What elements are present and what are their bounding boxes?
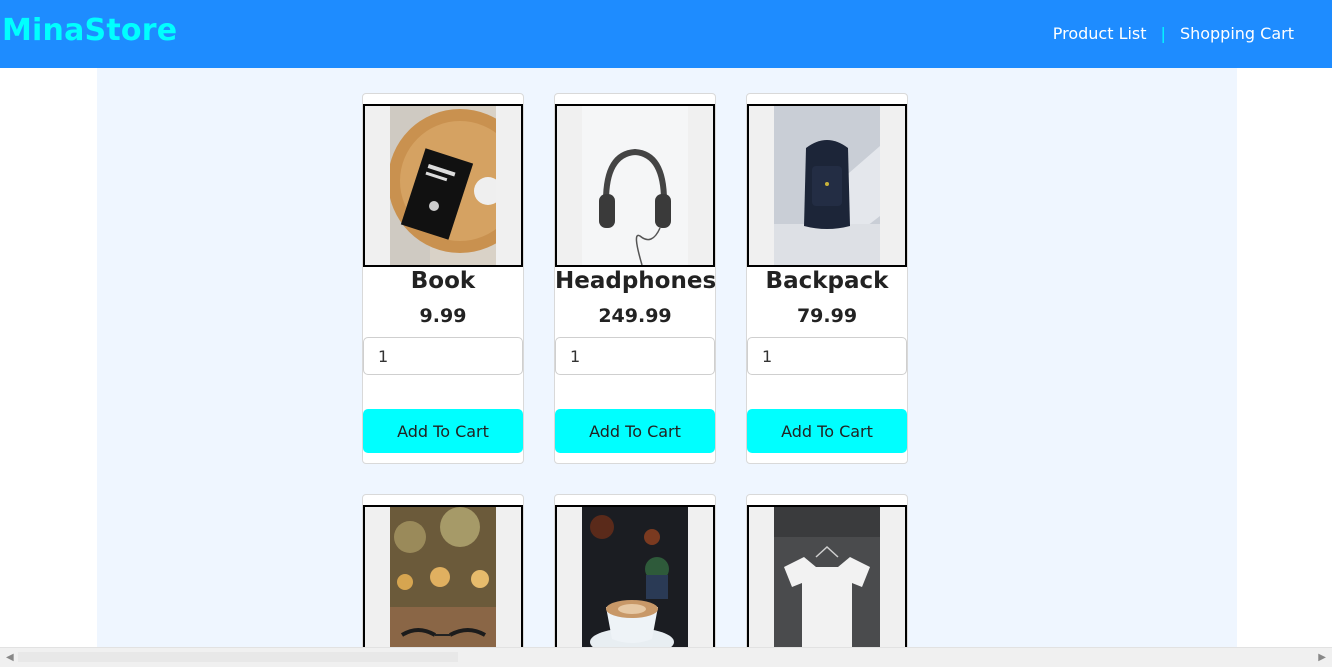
- product-image-book: [363, 104, 523, 267]
- nav-product-list-link[interactable]: Product List: [1053, 24, 1147, 43]
- book-photo: [390, 106, 496, 265]
- product-image-backpack: [747, 104, 907, 267]
- product-card-book: Book 9.99 Add To Cart: [362, 93, 524, 464]
- product-card-glasses: [362, 494, 524, 665]
- glasses-photo: [390, 507, 496, 663]
- add-to-cart-button[interactable]: Add To Cart: [363, 409, 523, 453]
- tshirt-photo: [774, 507, 880, 663]
- headphones-photo: [582, 106, 688, 265]
- coffee-photo: [582, 507, 688, 663]
- horizontal-scrollbar[interactable]: ◀ ▶: [0, 647, 1332, 667]
- quantity-input[interactable]: [363, 337, 523, 375]
- product-image-tshirt: [747, 505, 907, 665]
- quantity-input[interactable]: [555, 337, 715, 375]
- top-navbar: MinaStore Product List | Shopping Cart: [0, 0, 1332, 68]
- product-name: Backpack: [765, 268, 889, 294]
- quantity-input[interactable]: [747, 337, 907, 375]
- backpack-photo: [774, 106, 880, 265]
- nav-separator: |: [1160, 24, 1166, 43]
- scroll-left-arrow-icon[interactable]: ◀: [6, 652, 14, 663]
- product-price: 249.99: [598, 305, 672, 327]
- product-list-container: Book 9.99 Add To Cart Headphones 249.99 …: [97, 68, 1237, 665]
- product-card-backpack: Backpack 79.99 Add To Cart: [746, 93, 908, 464]
- product-card-coffee: [554, 494, 716, 665]
- product-image-coffee: [555, 505, 715, 665]
- product-card-tshirt: [746, 494, 908, 665]
- scroll-right-arrow-icon[interactable]: ▶: [1318, 652, 1326, 663]
- nav-links: Product List | Shopping Cart: [1053, 24, 1294, 43]
- add-to-cart-button[interactable]: Add To Cart: [747, 409, 907, 453]
- product-image-glasses: [363, 505, 523, 665]
- product-name: Book: [410, 268, 476, 294]
- product-card-headphones: Headphones 249.99 Add To Cart: [554, 93, 716, 464]
- product-name: Headphones: [555, 268, 717, 294]
- scrollbar-thumb[interactable]: [18, 652, 458, 662]
- nav-shopping-cart-link[interactable]: Shopping Cart: [1180, 24, 1294, 43]
- brand-logo[interactable]: MinaStore: [2, 13, 177, 48]
- product-price: 9.99: [419, 305, 467, 327]
- product-image-headphones: [555, 104, 715, 267]
- product-price: 79.99: [796, 305, 858, 327]
- add-to-cart-button[interactable]: Add To Cart: [555, 409, 715, 453]
